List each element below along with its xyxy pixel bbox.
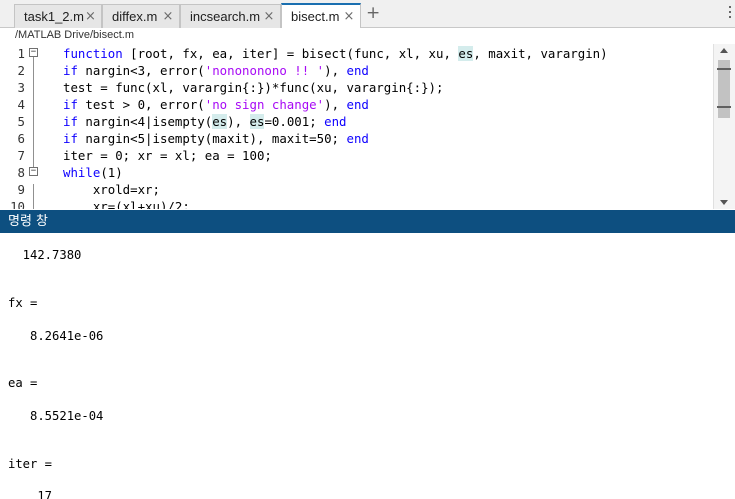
output-var-iter: iter = — [8, 457, 53, 471]
code-text: xrold=xr; — [63, 181, 160, 198]
code-line[interactable]: 2 if nargin<3, error('nonononono !! '), e… — [0, 62, 735, 79]
code-token: test > 0, error( — [77, 97, 205, 112]
keyword-token: if — [63, 63, 78, 78]
scroll-up-icon[interactable] — [720, 48, 728, 53]
code-line[interactable]: 5 if nargin<4|isempty(es), es=0.001; end — [0, 113, 735, 130]
code-token: ), — [324, 63, 347, 78]
line-number: 8 — [17, 165, 25, 180]
tab-incsearch[interactable]: incsearch.m × — [180, 4, 281, 28]
code-line[interactable]: 3 test = func(xl, varargin{:})*func(xu, v… — [0, 79, 735, 96]
line-number: 1 — [17, 46, 25, 61]
keyword-token: end — [346, 97, 369, 112]
code-text: if test > 0, error('no sign change'), en… — [63, 96, 369, 113]
output-value-iter: 17 — [8, 489, 53, 499]
scroll-marker — [717, 106, 731, 108]
code-token: ), — [227, 114, 250, 129]
code-token: nargin<5|isempty(maxit), maxit=50; — [77, 131, 347, 146]
code-token: test = func(xl, varargin{:})*func(xu, va… — [63, 80, 444, 95]
code-token: nargin<3, error( — [77, 63, 205, 78]
code-token: (1) — [100, 165, 123, 180]
code-token: xrold=xr; — [63, 182, 160, 197]
code-token: , maxit, varargin) — [473, 46, 608, 61]
code-text: while(1) — [63, 164, 123, 181]
keyword-token: while — [63, 165, 101, 180]
code-editor[interactable]: 1− function [root, fx, ea, iter] = bisect… — [0, 44, 735, 209]
string-token: 'nonononono !! ' — [204, 63, 325, 78]
collapse-icon[interactable]: − — [29, 167, 38, 176]
code-token: iter = 0; xr = xl; ea = 100; — [63, 148, 272, 163]
tab-label: diffex.m — [112, 9, 158, 24]
line-number: 4 — [17, 97, 25, 112]
code-line[interactable]: 6 if nargin<5|isempty(maxit), maxit=50; e… — [0, 130, 735, 147]
code-line[interactable]: 9 xrold=xr; — [0, 181, 735, 198]
tab-label: bisect.m — [291, 9, 340, 24]
line-number: 7 — [17, 148, 25, 163]
output-var-ea: ea = — [8, 376, 38, 390]
keyword-token: end — [346, 131, 369, 146]
keyword-token: end — [324, 114, 347, 129]
tab-diffex[interactable]: diffex.m × — [102, 4, 180, 28]
code-text: xr=(xl+xu)/2; — [63, 198, 190, 209]
line-number: 6 — [17, 131, 25, 146]
command-window[interactable]: 142.7380 fx = 8.2641e-06 ea = 8.5521e-04… — [0, 233, 735, 499]
keyword-token: if — [63, 131, 78, 146]
output-value-root: 142.7380 — [8, 248, 82, 262]
editor-tab-bar: task1_2.m × diffex.m × incsearch.m × bis… — [0, 0, 735, 28]
highlighted-token: es — [458, 46, 474, 61]
code-token: xr=(xl+xu)/2; — [63, 199, 190, 209]
file-path: /MATLAB Drive/bisect.m — [0, 28, 735, 44]
close-icon[interactable]: × — [342, 9, 356, 24]
tab-bisect[interactable]: bisect.m × — [281, 3, 361, 28]
highlighted-token: es — [249, 114, 265, 129]
close-icon[interactable]: × — [161, 9, 175, 24]
more-options-icon[interactable] — [727, 6, 733, 21]
output-value-fx: 8.2641e-06 — [8, 329, 104, 343]
new-tab-button[interactable]: + — [366, 3, 380, 23]
keyword-token: if — [63, 114, 78, 129]
code-text: if nargin<3, error('nonononono !! '), en… — [63, 62, 369, 79]
code-text: iter = 0; xr = xl; ea = 100; — [63, 147, 272, 164]
code-line[interactable]: 8− while(1) — [0, 164, 735, 181]
output-value-ea: 8.5521e-04 — [8, 409, 104, 423]
code-token: nargin<4|isempty( — [77, 114, 213, 129]
code-line[interactable]: 7 iter = 0; xr = xl; ea = 100; — [0, 147, 735, 164]
code-line[interactable]: 1− function [root, fx, ea, iter] = bisect… — [0, 45, 735, 62]
vertical-scrollbar[interactable] — [713, 44, 735, 209]
highlighted-token: es — [212, 114, 228, 129]
code-token: ), — [324, 97, 347, 112]
code-text: if nargin<4|isempty(es), es=0.001; end — [63, 113, 347, 130]
tab-label: task1_2.m — [24, 9, 84, 24]
code-token: =0.001; — [264, 114, 325, 129]
string-token: 'no sign change' — [204, 97, 325, 112]
code-line[interactable]: 4 if test > 0, error('no sign change'), e… — [0, 96, 735, 113]
line-number: 9 — [17, 182, 25, 197]
code-text: function [root, fx, ea, iter] = bisect(f… — [63, 45, 608, 62]
tab-task1-2[interactable]: task1_2.m × — [14, 4, 102, 28]
line-number: 3 — [17, 80, 25, 95]
scroll-down-icon[interactable] — [720, 200, 728, 205]
command-window-title: 명령 창 — [0, 210, 735, 233]
code-token: [root, fx, ea, iter] = bisect(func, xl, … — [122, 46, 459, 61]
output-var-fx: fx = — [8, 296, 38, 310]
keyword-token: if — [63, 97, 78, 112]
code-text: test = func(xl, varargin{:})*func(xu, va… — [63, 79, 443, 96]
line-number: 5 — [17, 114, 25, 129]
scroll-marker — [717, 68, 731, 70]
keyword-token: end — [346, 63, 369, 78]
keyword-token: function — [63, 46, 123, 61]
close-icon[interactable]: × — [262, 9, 276, 24]
code-line[interactable]: 10 xr=(xl+xu)/2; — [0, 198, 735, 209]
collapse-icon[interactable]: − — [29, 48, 38, 57]
code-text: if nargin<5|isempty(maxit), maxit=50; en… — [63, 130, 369, 147]
close-icon[interactable]: × — [84, 9, 97, 24]
tab-label: incsearch.m — [190, 9, 261, 24]
line-number: 2 — [17, 63, 25, 78]
line-number: 10 — [10, 199, 25, 209]
